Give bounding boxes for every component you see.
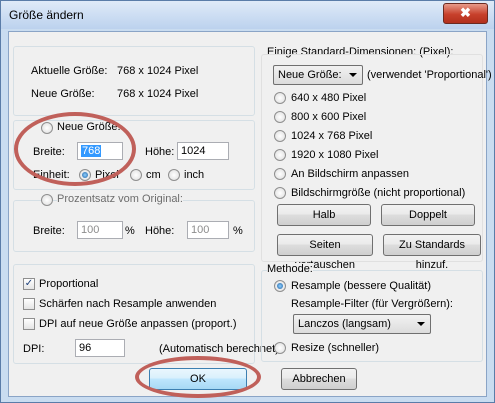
- highlight-ring-new-size: [14, 112, 136, 186]
- preset-800-label: 800 x 600 Pixel: [291, 111, 367, 123]
- percent-radio-label: Prozentsatz vom Original:: [57, 193, 183, 205]
- standard-select-note: (verwendet 'Proportional'): [367, 69, 492, 81]
- resample-filter-select[interactable]: Lanczos (langsam): [293, 314, 431, 334]
- highlight-ring-ok: [135, 356, 261, 398]
- percent-height-input[interactable]: 100: [187, 221, 229, 239]
- title-bar: Größe ändern ✖: [1, 1, 494, 29]
- current-size-value: 768 x 1024 Pixel: [117, 65, 199, 77]
- height-label: Höhe:: [145, 146, 175, 158]
- current-size-label: Aktuelle Größe:: [31, 65, 108, 77]
- method-title: Methode:: [267, 263, 313, 275]
- half-button[interactable]: Halb: [277, 204, 371, 226]
- screen-size-radio[interactable]: [274, 187, 286, 199]
- add-to-standards-button[interactable]: Zu Standards hinzuf.: [383, 234, 481, 271]
- preset-1920-radio[interactable]: [274, 149, 286, 161]
- resample-radio[interactable]: [274, 280, 286, 292]
- sharpen-label: Schärfen nach Resample anwenden: [39, 298, 217, 310]
- new-size-readout-label: Neue Größe:: [31, 88, 95, 100]
- resize-dialog: Größe ändern ✖ Aktuelle Größe: 768 x 102…: [0, 0, 495, 403]
- cancel-button[interactable]: Abbrechen: [281, 368, 357, 390]
- dpi-label: DPI:: [23, 343, 45, 355]
- height-input[interactable]: 1024: [177, 142, 229, 160]
- resample-filter-label: Resample-Filter (für Vergrößern):: [291, 298, 453, 310]
- unit-inch-label: inch: [184, 169, 205, 181]
- preset-1024-radio[interactable]: [274, 130, 286, 142]
- standard-size-select-value: Neue Größe:: [278, 69, 342, 81]
- dpi-input[interactable]: 96: [75, 339, 125, 357]
- preset-1920-label: 1920 x 1080 Pixel: [291, 149, 379, 161]
- resize-radio[interactable]: [274, 342, 286, 354]
- fit-screen-radio[interactable]: [274, 168, 286, 180]
- dpi-adjust-checkbox[interactable]: [23, 318, 35, 330]
- dpi-adjust-label: DPI auf neue Größe anpassen (proport.): [39, 318, 237, 330]
- percent-height-unit: %: [233, 225, 243, 237]
- swap-sides-button[interactable]: Seiten vertauschen: [277, 234, 373, 271]
- percent-width-input[interactable]: 100: [77, 221, 123, 239]
- percent-height-label: Höhe:: [145, 225, 175, 237]
- new-size-readout-value: 768 x 1024 Pixel: [117, 88, 199, 100]
- percent-radio[interactable]: [41, 194, 53, 206]
- unit-cm-radio[interactable]: [130, 169, 142, 181]
- fit-screen-label: An Bildschirm anpassen: [291, 168, 410, 180]
- resample-filter-value: Lanczos (langsam): [298, 318, 391, 330]
- dialog-client: Aktuelle Größe: 768 x 1024 Pixel Neue Gr…: [8, 31, 492, 398]
- resize-label: Resize (schneller): [291, 342, 380, 354]
- current-size-group: [13, 46, 255, 116]
- close-button[interactable]: ✖: [443, 3, 488, 24]
- proportional-label: Proportional: [39, 278, 99, 290]
- chevron-down-icon: [417, 322, 425, 326]
- double-button[interactable]: Doppelt: [381, 204, 475, 226]
- sharpen-checkbox[interactable]: [23, 298, 35, 310]
- preset-640-radio[interactable]: [274, 92, 286, 104]
- percent-width-unit: %: [125, 225, 135, 237]
- standard-size-select[interactable]: Neue Größe:: [273, 65, 363, 85]
- preset-640-label: 640 x 480 Pixel: [291, 92, 367, 104]
- chevron-down-icon: [349, 73, 357, 77]
- dialog-title: Größe ändern: [9, 8, 84, 22]
- percent-width-label: Breite:: [33, 225, 65, 237]
- preset-1024-label: 1024 x 768 Pixel: [291, 130, 373, 142]
- unit-cm-label: cm: [146, 169, 161, 181]
- screen-size-label: Bildschirmgröße (nicht proportional): [291, 187, 466, 199]
- proportional-checkbox[interactable]: ✓: [23, 278, 35, 290]
- resample-label: Resample (bessere Qualität): [291, 280, 432, 292]
- preset-800-radio[interactable]: [274, 111, 286, 123]
- unit-inch-radio[interactable]: [168, 169, 180, 181]
